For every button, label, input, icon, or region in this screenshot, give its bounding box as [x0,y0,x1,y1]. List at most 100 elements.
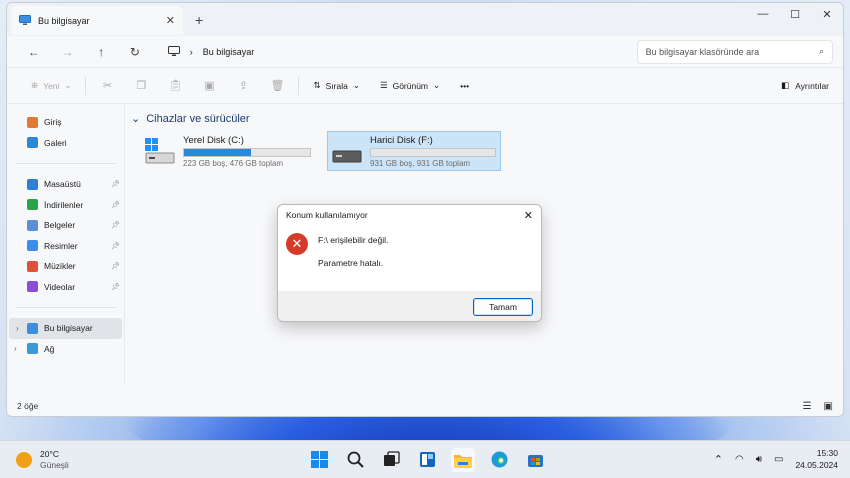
chevron-up-icon[interactable]: ⌃ [714,453,723,466]
maximize-button[interactable]: ☐ [779,3,811,25]
sidebar-item-label: Ağ [44,343,55,354]
temperature: 20°C [40,449,59,460]
plus-circle-icon: ⊕ [31,80,39,90]
weather-widget[interactable]: 20°C Güneşli [16,449,69,470]
edge-button[interactable] [487,448,511,472]
sidebar-divider [15,307,116,308]
store-icon [527,455,543,467]
sidebar-item-network[interactable]: › Ağ [7,339,124,360]
music-icon [27,260,38,272]
sidebar-item-this-pc[interactable]: › Bu bilgisayar [9,318,122,339]
drive-usage-bar [183,147,311,157]
sidebar-item-label: Resimler [44,240,78,251]
drive-f[interactable]: Harici Disk (F:) 931 GB boş, 931 GB topl… [327,131,501,171]
search-input[interactable]: Bu bilgisayar klasöründe ara ⌕ [636,39,833,64]
battery-icon[interactable]: ▭ [774,454,783,465]
drive-usage-bar [370,147,496,157]
close-tab-icon[interactable]: ✕ [166,14,175,27]
up-arrow-icon[interactable]: ↑ [84,45,118,59]
cut-icon[interactable]: ✂ [90,79,124,92]
chevron-right-icon[interactable]: › [14,344,17,353]
window-controls: — ☐ ✕ [747,3,843,25]
sidebar-item-music[interactable]: Müzikler 📌︎ [7,256,124,277]
close-icon[interactable]: ✕ [524,209,533,222]
details-pane-icon: ◧ [781,80,790,90]
store-button[interactable] [523,448,547,472]
tiles-view-icon[interactable]: ▣ [824,401,833,412]
wifi-icon[interactable]: ◠ [735,454,744,465]
sidebar-item-downloads[interactable]: İndirilenler 📌︎ [7,195,124,216]
sidebar-item-label: İndirilenler [44,199,84,210]
sidebar-item-documents[interactable]: Belgeler 📌︎ [7,215,124,236]
home-icon [27,116,38,128]
error-dialog: Konum kullanılamıyor ✕ ✕ F:\ erişilebili… [277,204,542,322]
more-options-button[interactable]: ••• [450,74,479,98]
title-bar: Bu bilgisayar ✕ + — ☐ ✕ [7,3,843,36]
forward-arrow-icon[interactable]: → [51,45,85,59]
share-icon[interactable]: ⇪ [226,79,260,92]
error-icon: ✕ [286,233,308,255]
dialog-detail: Parametre hatalı. [318,257,384,268]
copy-icon[interactable]: ❐ [124,79,158,92]
pin-icon: 📌︎ [111,263,120,271]
details-button[interactable]: ◧ Ayrıntılar [781,80,829,91]
dialog-title: Konum kullanılamıyor [286,210,368,220]
sidebar-item-desktop[interactable]: Masaüstü 📌︎ [7,174,124,195]
back-arrow-icon[interactable]: ← [17,45,51,59]
new-button[interactable]: ⊕ Yeni ⌄ [21,74,81,98]
paste-icon[interactable]: 📋︎ [158,79,192,92]
breadcrumb-separator: › [189,46,193,57]
details-view-icon[interactable]: ☰ [803,401,812,412]
external-drive-icon [332,150,362,163]
search-icon: ⌕ [818,46,824,56]
weather-condition: Güneşli [40,459,69,470]
tab-this-pc[interactable]: Bu bilgisayar ✕ [11,6,183,35]
desktop-icon [27,178,38,190]
view-button[interactable]: ☰ Görünüm ⌄ [370,74,450,98]
status-bar: 2 öğe ☰ ▣ [7,396,843,416]
volume-icon[interactable]: 🔊︎ [756,454,762,465]
file-explorer-button[interactable] [451,447,475,472]
address-input[interactable]: › Bu bilgisayar [159,39,629,64]
drives-list: Yerel Disk (C:) 223 GB boş, 476 GB topla… [141,131,837,171]
group-header[interactable]: ⌄ Cihazlar ve sürücüler [131,112,837,126]
sidebar-item-label: Müzikler [44,261,76,272]
ok-button[interactable]: Tamam [473,298,533,316]
new-tab-button[interactable]: + [195,12,203,28]
details-label: Ayrıntılar [795,80,829,91]
search-button[interactable] [343,448,367,472]
minimize-button[interactable]: — [747,3,779,25]
address-bar: ← → ↑ ↻ › Bu bilgisayar Bu bilgisayar kl… [7,36,843,67]
clock[interactable]: 15:30 24.05.2024 [795,448,838,470]
breadcrumb-location[interactable]: Bu bilgisayar [203,47,255,57]
item-count: 2 öğe [17,401,39,411]
new-label: Yeni [43,80,60,91]
view-label: Görünüm [392,80,429,91]
drive-space: 223 GB boş, 476 GB toplam [183,158,284,168]
pin-icon: 📌︎ [111,201,120,209]
sort-button[interactable]: ⇅ Sırala ⌄ [303,74,369,98]
refresh-icon[interactable]: ↻ [118,45,152,59]
delete-icon[interactable]: 🗑︎ [260,79,294,92]
more-icon: ••• [460,80,470,91]
view-icon: ☰ [379,80,388,90]
rename-icon[interactable]: ▣ [192,79,226,92]
pin-icon: 📌︎ [111,242,120,250]
gallery-icon [27,137,38,149]
sidebar-item-gallery[interactable]: Galeri [7,133,124,154]
command-bar: ⊕ Yeni ⌄ ✂ ❐ 📋︎ ▣ ⇪ 🗑︎ ⇅ Sırala ⌄ ☰ Görü… [7,67,843,104]
sun-icon [16,451,32,468]
chevron-right-icon[interactable]: › [16,324,19,333]
clock-date: 24.05.2024 [795,459,838,470]
widgets-icon [419,452,435,467]
sidebar-item-pictures[interactable]: Resimler 📌︎ [7,236,124,257]
sidebar-item-home[interactable]: Giriş [7,112,124,133]
task-view-button[interactable] [379,448,403,472]
close-window-button[interactable]: ✕ [811,3,843,25]
start-button[interactable] [307,448,331,472]
sidebar-item-videos[interactable]: Videolar 📌︎ [7,277,124,298]
widgets-button[interactable] [415,448,439,472]
drive-c[interactable]: Yerel Disk (C:) 223 GB boş, 476 GB topla… [141,131,315,171]
windows-logo-icon [310,451,328,468]
edge-icon [491,451,507,468]
